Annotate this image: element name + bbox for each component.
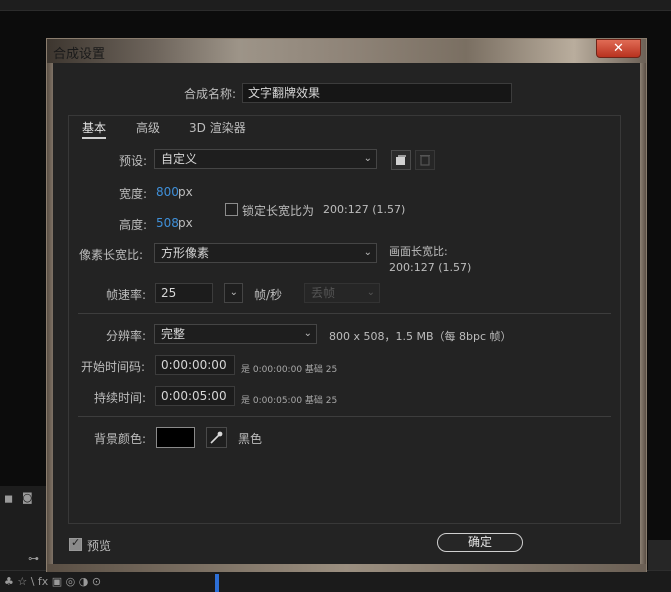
divider <box>78 313 611 314</box>
frame-rate-input[interactable]: 25 <box>155 283 213 303</box>
frame-aspect-value: 200:127 (1.57) <box>389 261 472 274</box>
settings-panel <box>68 115 621 524</box>
height-label: 高度: <box>119 218 148 232</box>
frame-rate-unit: 帧/秒 <box>254 288 283 302</box>
app-layer-switches-bar: ♣ ☆ \ fx ▣ ◎ ◑ ⊙ <box>0 570 671 592</box>
pixel-aspect-label: 像素长宽比: <box>79 248 144 262</box>
comp-name-label: 合成名称: <box>184 87 237 101</box>
tab-basic[interactable]: 基本 <box>82 119 107 139</box>
resolution-info: 800 x 508，1.5 MB（每 8bpc 帧） <box>329 330 512 343</box>
frame-rate-dropdown[interactable]: ⌄ <box>224 283 243 303</box>
resolution-label: 分辨率: <box>106 329 147 343</box>
dialog-frame-bottom <box>47 564 646 572</box>
pixel-aspect-select[interactable]: 方形像素 ⌄ <box>154 243 377 263</box>
delete-preset-button[interactable] <box>415 150 435 170</box>
preset-value: 自定义 <box>161 152 198 166</box>
width-unit: px <box>178 185 193 199</box>
resolution-value: 完整 <box>161 327 186 341</box>
comp-name-input[interactable]: 文字翻牌效果 <box>242 83 512 103</box>
save-preset-button[interactable] <box>391 150 411 170</box>
dialog-body: 合成名称: 文字翻牌效果 基本 高级 3D 渲染器 预设: 自定义 ⌄ 宽度: … <box>53 63 640 564</box>
preview-label: 预览 <box>87 539 112 553</box>
flowchart-icon[interactable]: ⊶ <box>28 552 39 565</box>
drop-frame-select: 丢帧 ⌄ <box>304 283 380 303</box>
chevron-down-icon: ⌄ <box>303 328 312 339</box>
duration-note: 是 0:00:05:00 基础 25 <box>241 396 338 406</box>
preset-select[interactable]: 自定义 ⌄ <box>154 149 377 169</box>
chevron-down-icon: ⌄ <box>363 247 372 258</box>
chevron-down-icon: ⌄ <box>229 287 238 298</box>
drop-frame-value: 丢帧 <box>311 286 336 300</box>
record-icon[interactable]: ◼ <box>4 492 13 505</box>
duration-input[interactable]: 0:00:05:00 <box>155 386 235 406</box>
width-label: 宽度: <box>119 187 148 201</box>
eyedropper-button[interactable] <box>206 427 227 448</box>
camera-icon[interactable]: ◙ <box>22 491 33 504</box>
ok-button[interactable]: 确定 <box>437 533 523 552</box>
composition-settings-dialog: 合成设置 ✕ 合成名称: 文字翻牌效果 基本 高级 3D 渲染器 预设: 自定义… <box>46 38 647 572</box>
start-timecode-note: 是 0:00:00:00 基础 25 <box>241 365 338 375</box>
bg-color-swatch[interactable] <box>156 427 195 448</box>
frame-aspect-label: 画面长宽比: <box>389 245 448 258</box>
bg-color-name: 黑色 <box>238 432 263 446</box>
trash-icon <box>420 155 430 166</box>
timeline-current-time-marker[interactable] <box>215 574 219 592</box>
new-preset-icon <box>396 155 406 165</box>
preview-checkbox[interactable] <box>69 536 82 551</box>
divider <box>78 416 611 417</box>
duration-label: 持续时间: <box>94 391 147 405</box>
chevron-down-icon: ⌄ <box>366 287 375 298</box>
bg-color-label: 背景颜色: <box>94 432 147 446</box>
start-timecode-label: 开始时间码: <box>81 360 146 374</box>
tab-advanced[interactable]: 高级 <box>136 119 160 136</box>
chevron-down-icon: ⌄ <box>363 153 372 164</box>
app-right-panel <box>648 540 671 570</box>
lock-aspect-checkbox[interactable] <box>225 203 238 216</box>
close-button[interactable]: ✕ <box>596 39 641 58</box>
resolution-select[interactable]: 完整 ⌄ <box>154 324 317 344</box>
width-value[interactable]: 800 <box>156 185 179 199</box>
eyedropper-icon <box>210 431 223 444</box>
dialog-title: 合成设置 <box>53 47 106 62</box>
dialog-frame-right <box>640 63 646 571</box>
start-timecode-input[interactable]: 0:00:00:00 <box>155 355 235 375</box>
tab-3d-renderer[interactable]: 3D 渲染器 <box>189 119 246 136</box>
frame-rate-label: 帧速率: <box>106 288 147 302</box>
close-icon: ✕ <box>613 41 624 56</box>
lock-aspect-ratio: 200:127 (1.57) <box>323 203 406 216</box>
lock-aspect-label: 锁定长宽比为 <box>242 204 315 218</box>
pixel-aspect-value: 方形像素 <box>161 246 210 260</box>
height-unit: px <box>178 216 193 230</box>
layer-switches-icon[interactable]: ♣ ☆ \ fx ▣ ◎ ◑ ⊙ <box>4 575 101 588</box>
app-top-bar <box>0 0 671 11</box>
height-value[interactable]: 508 <box>156 216 179 230</box>
preset-label: 预设: <box>119 154 148 168</box>
